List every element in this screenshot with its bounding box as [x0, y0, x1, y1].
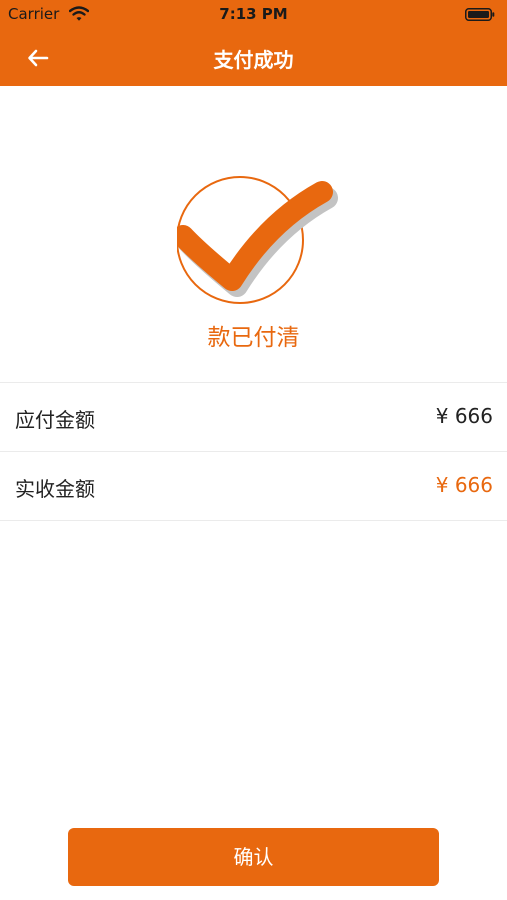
amount-received-row: 实收金额 ¥ 666 — [0, 452, 507, 520]
amount-due-row: 应付金额 ¥ 666 — [0, 383, 507, 451]
navigation-bar: 支付成功 — [0, 30, 507, 86]
battery-icon — [465, 8, 495, 21]
page-title: 支付成功 — [213, 48, 294, 72]
check-circle-icon — [177, 176, 338, 304]
amount-received-value: ¥ 666 — [435, 473, 493, 497]
divider — [0, 520, 507, 521]
amount-due-label: 应付金额 — [15, 408, 95, 432]
status-time: 7:13 PM — [219, 5, 288, 23]
amount-due-value: ¥ 666 — [435, 404, 493, 428]
confirm-button[interactable]: 确认 — [68, 828, 439, 886]
status-bar: Carrier 7:13 PM — [0, 0, 507, 30]
amount-received-label: 实收金额 — [15, 477, 95, 501]
payment-status-text: 款已付清 — [207, 325, 300, 351]
